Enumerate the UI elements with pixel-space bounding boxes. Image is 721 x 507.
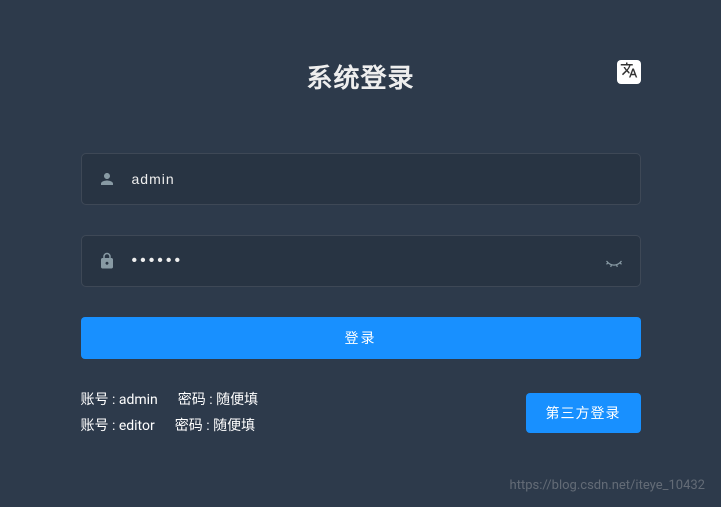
login-button[interactable]: 登录 — [81, 317, 641, 359]
credential-hints: 账号 : admin 密码 : 随便填 账号 : editor 密码 : 随便填 — [81, 387, 259, 439]
login-header: 系统登录 — [81, 58, 641, 95]
login-container: 系统登录 登录 账号 : admin 密码 : 随便填 账号 : — [81, 0, 641, 439]
username-input-wrapper — [81, 153, 641, 205]
lock-icon — [98, 252, 116, 270]
password-input-wrapper — [81, 235, 641, 287]
hint-password-2: 密码 : 随便填 — [175, 413, 255, 439]
login-footer: 账号 : admin 密码 : 随便填 账号 : editor 密码 : 随便填… — [81, 387, 641, 439]
username-input[interactable] — [132, 171, 624, 187]
translate-icon — [620, 61, 638, 83]
hint-account-1: 账号 : admin — [81, 387, 158, 413]
hint-row: 账号 : editor 密码 : 随便填 — [81, 413, 259, 439]
hint-account-2: 账号 : editor — [81, 413, 155, 439]
hint-password-1: 密码 : 随便填 — [178, 387, 258, 413]
page-title: 系统登录 — [81, 58, 641, 95]
password-input[interactable] — [132, 252, 604, 270]
eye-closed-icon[interactable] — [604, 251, 624, 271]
watermark-text: https://blog.csdn.net/iteye_10432 — [510, 478, 705, 493]
user-icon — [98, 170, 116, 188]
language-switch-button[interactable] — [617, 60, 641, 84]
third-party-login-button[interactable]: 第三方登录 — [526, 393, 641, 433]
hint-row: 账号 : admin 密码 : 随便填 — [81, 387, 259, 413]
